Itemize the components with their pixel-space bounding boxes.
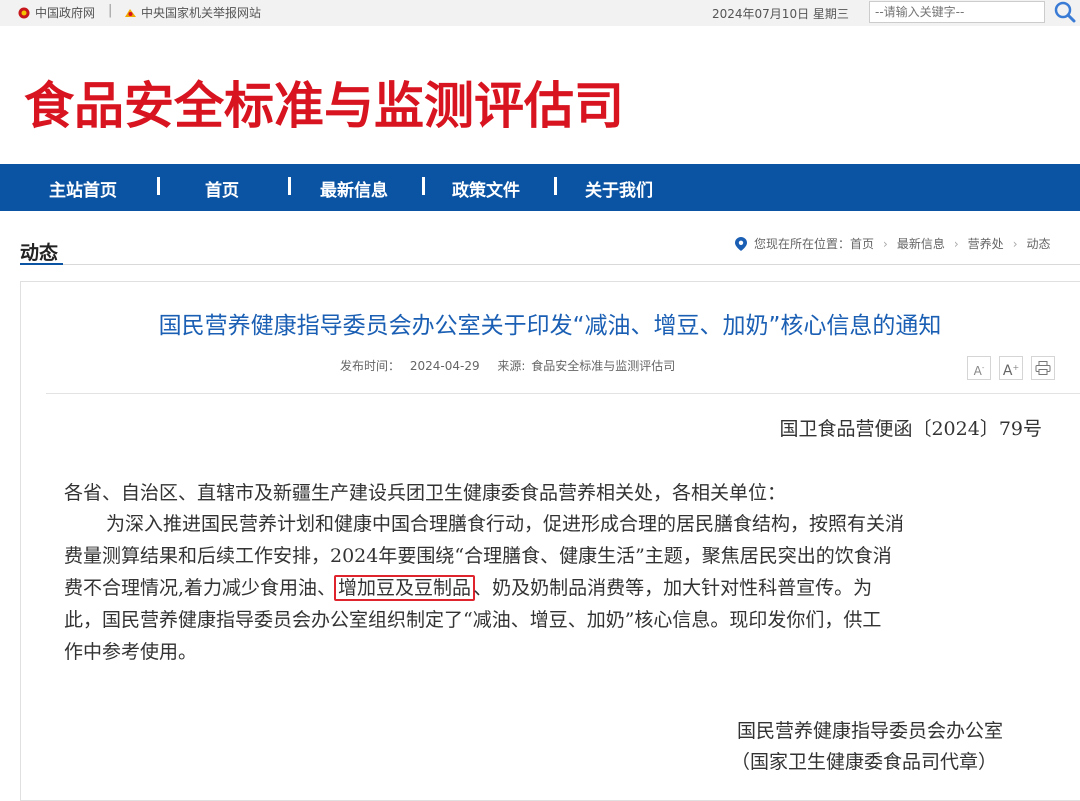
signature: 国民营养健康指导委员会办公室 <box>737 720 1004 742</box>
seal-note: （国家卫生健康委食品司代章） <box>731 751 998 773</box>
meta-divider <box>46 393 1080 394</box>
section-divider <box>20 264 1080 265</box>
nav-item-policy[interactable]: 政策文件 <box>452 176 520 201</box>
chevron-right-icon: › <box>953 236 959 251</box>
paragraph-segment: 费不合理情况,着力减少食用油、 <box>64 577 337 599</box>
report-site-link[interactable]: 中央国家机关举报网站 <box>124 4 261 21</box>
report-logo-icon <box>124 7 136 19</box>
paragraph-segment: 、奶及奶制品消费等，加大针对性科普宣传。为 <box>473 577 873 599</box>
search-input[interactable] <box>869 1 1045 23</box>
font-smaller-button[interactable]: A- <box>967 356 991 380</box>
breadcrumb-prefix: 您现在所在位置： <box>754 237 851 251</box>
font-smaller-icon: A <box>973 364 982 378</box>
nav-item-about[interactable]: 关于我们 <box>585 176 653 201</box>
paragraph-line: 为深入推进国民营养计划和健康中国合理膳食行动，促进形成合理的居民膳食结构，按照有… <box>106 513 905 535</box>
article-title: 国民营养健康指导委员会办公室关于印发“减油、增豆、加奶”核心信息的通知 <box>158 313 942 339</box>
article-meta: 发布时间： 2024-04-29 来源: 食品安全标准与监测评估司 <box>340 357 681 374</box>
site-title: 食品安全标准与监测评估司 <box>24 77 624 135</box>
print-button[interactable] <box>1031 356 1055 380</box>
paragraph-line: 费量测算结果和后续工作安排，2024年要围绕“合理膳食、健康生活”主题，聚焦居民… <box>64 545 892 567</box>
breadcrumb-item-home[interactable]: 首页 <box>850 235 874 252</box>
main-nav: 主站首页 首页 最新信息 政策文件 关于我们 <box>0 164 1080 211</box>
chevron-right-icon: › <box>883 236 888 251</box>
font-larger-icon: A <box>1002 363 1013 379</box>
chevron-right-icon: › <box>1012 236 1018 251</box>
paragraph-line: 作中参考使用。 <box>64 641 198 663</box>
nav-separator <box>554 175 557 197</box>
current-date: 2024年07月10日 星期三 <box>712 7 849 21</box>
nav-item-latest[interactable]: 最新信息 <box>320 176 388 201</box>
breadcrumb-item-latest[interactable]: 最新信息 <box>897 235 945 252</box>
print-icon <box>1035 361 1051 378</box>
topbar-separator: | <box>108 3 113 18</box>
breadcrumb: 您现在所在位置： 首页 › 最新信息 › 营养处 › 动态 <box>735 235 1051 252</box>
nav-separator <box>422 175 425 197</box>
source-value: 食品安全标准与监测评估司 <box>531 359 676 373</box>
search-icon[interactable] <box>1052 0 1078 24</box>
publish-label: 发布时间： <box>340 359 401 373</box>
salutation: 各省、自治区、直辖市及新疆生产建设兵团卫生健康委食品营养相关处，各相关单位： <box>64 482 787 504</box>
nav-item-main-home[interactable]: 主站首页 <box>49 176 117 201</box>
source-label: 来源: <box>497 359 526 373</box>
top-bar: 中国政府网 | 中央国家机关举报网站 2024年07月10日 星期三 <box>0 0 1080 26</box>
highlighted-phrase: 增加豆及豆制品 <box>334 575 476 601</box>
paragraph-line: 此，国民营养健康指导委员会办公室组织制定了“减油、增豆、加奶”核心信息。现印发你… <box>64 609 882 631</box>
gov-site-link[interactable]: 中国政府网 <box>18 4 95 21</box>
nav-separator <box>288 175 291 197</box>
breadcrumb-item-news[interactable]: 动态 <box>1027 235 1051 252</box>
breadcrumb-item-nutrition[interactable]: 营养处 <box>968 235 1004 252</box>
document-number: 国卫食品营便函〔2024〕79号 <box>779 418 1042 440</box>
nav-separator <box>157 175 160 197</box>
section-title: 动态 <box>20 242 59 264</box>
paragraph-line: 费不合理情况,着力减少食用油、 增加豆及豆制品 、奶及奶制品消费等，加大针对性科普宣… <box>64 573 1054 604</box>
report-site-label: 中央国家机关举报网站 <box>141 6 262 20</box>
font-larger-button[interactable]: A+ <box>999 356 1023 380</box>
national-emblem-icon <box>18 7 30 19</box>
gov-site-label: 中国政府网 <box>35 6 96 20</box>
location-pin-icon <box>735 236 747 251</box>
nav-item-home[interactable]: 首页 <box>205 176 239 201</box>
section-title-underline <box>20 263 63 265</box>
publish-date: 2024-04-29 <box>409 359 480 373</box>
